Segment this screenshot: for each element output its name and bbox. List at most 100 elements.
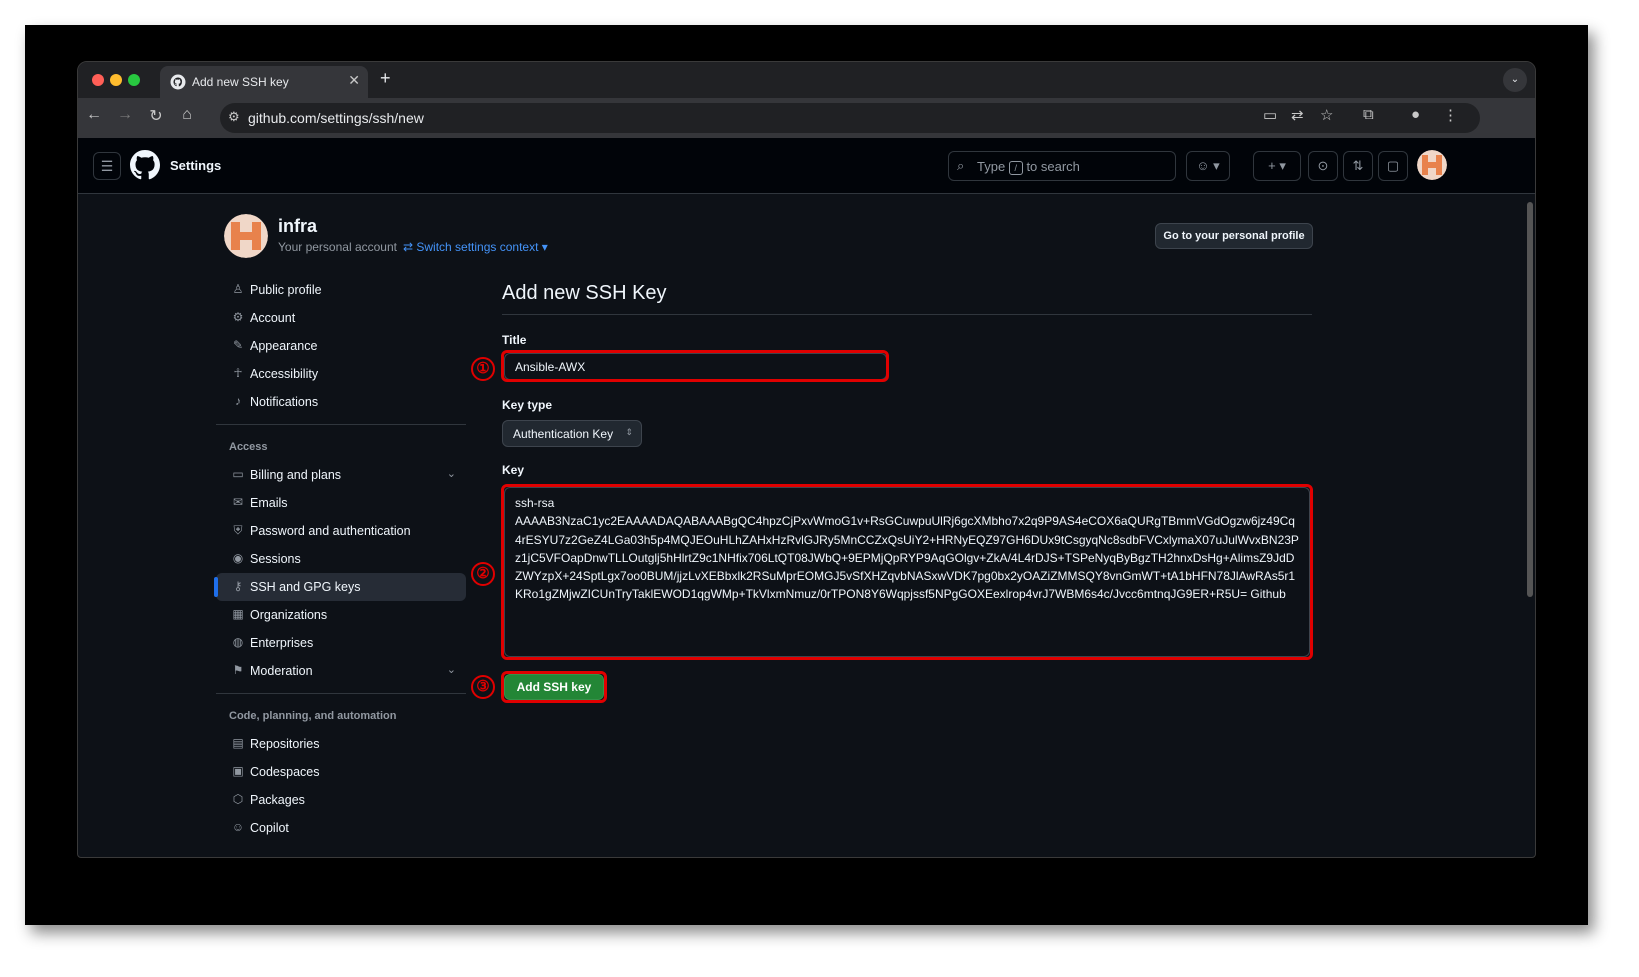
codespaces-icon: ▣	[232, 764, 244, 778]
page-context-title: Settings	[170, 158, 222, 173]
organization-icon: ▦	[232, 607, 244, 621]
tab-bar: Add new SSH key ✕ + ⌄	[78, 62, 1535, 98]
back-arrow-icon[interactable]: ←	[82, 106, 106, 124]
home-icon[interactable]: ⌂	[175, 106, 199, 124]
annotation-box-button	[501, 671, 607, 703]
tab-search-button[interactable]: ⌄	[1503, 68, 1527, 92]
sidebar-item-password-and-authentication[interactable]: ⛨ Password and authentication	[216, 517, 466, 545]
sidebar-item-packages[interactable]: ⬡ Packages	[216, 786, 466, 814]
sidebar-heading-code: Code, planning, and automation	[229, 710, 397, 722]
broadcast-icon: ◉	[232, 551, 244, 565]
sidebar-item-accessibility[interactable]: ☥ Accessibility	[216, 360, 466, 388]
annotation-number-1: ①	[471, 357, 495, 381]
extensions-icon[interactable]: ⧉	[1363, 106, 1374, 123]
sidebar-item-label: Billing and plans	[250, 468, 342, 482]
report-icon: ⚑	[232, 663, 244, 677]
sidebar-item-codespaces[interactable]: ▣ Codespaces	[216, 758, 466, 786]
browser-tab[interactable]: Add new SSH key ✕	[160, 66, 368, 98]
chevron-down-icon[interactable]: ⌄	[447, 467, 456, 480]
sidebar-item-label: Emails	[250, 496, 288, 510]
sidebar-item-sessions[interactable]: ◉ Sessions	[216, 545, 466, 573]
sidebar-item-public-profile[interactable]: ♙ Public profile	[216, 276, 466, 304]
sidebar-divider	[216, 424, 466, 425]
inbox-icon[interactable]: ▢	[1378, 151, 1408, 181]
url-text: github.com/settings/ssh/new	[248, 110, 424, 126]
zoom-window-button[interactable]	[128, 74, 140, 86]
more-menu-icon[interactable]: ⋮	[1443, 106, 1458, 124]
username: infra	[278, 216, 318, 236]
heading-divider	[502, 314, 1312, 315]
annotation-number-3: ③	[471, 675, 495, 699]
sidebar-divider	[216, 693, 466, 694]
account-subtitle: Your personal account ⇄ Switch settings c…	[278, 240, 548, 254]
close-tab-icon[interactable]: ✕	[348, 72, 360, 89]
github-logo-icon[interactable]	[130, 150, 160, 180]
page-scrollbar[interactable]	[1527, 202, 1533, 597]
sidebar-item-ssh-and-gpg-keys[interactable]: ⚷ SSH and GPG keys	[214, 573, 466, 601]
key-icon: ⚷	[233, 579, 243, 593]
sidebar-item-label: Packages	[250, 793, 305, 807]
sidebar-item-copilot[interactable]: ☺ Copilot	[216, 814, 466, 842]
key-type-select[interactable]: Authentication Key ⇕	[502, 420, 642, 447]
search-shortcut-key: /	[1008, 160, 1023, 175]
sidebar-item-repositories[interactable]: ▤ Repositories	[216, 730, 466, 758]
profile-icon[interactable]: ●	[1411, 106, 1420, 123]
sidebar-item-label: Password and authentication	[250, 524, 411, 538]
switch-context-link[interactable]: ⇄ Switch settings context ▾	[403, 240, 548, 254]
repo-icon: ▤	[232, 736, 244, 750]
close-window-button[interactable]	[92, 74, 104, 86]
forward-arrow-icon[interactable]: →	[113, 106, 137, 124]
new-tab-button[interactable]: +	[380, 68, 391, 89]
key-type-value: Authentication Key	[513, 427, 614, 441]
annotation-box-title	[501, 350, 889, 382]
github-favicon-icon	[170, 74, 186, 90]
pull-requests-icon[interactable]: ⇅	[1343, 151, 1373, 181]
bookmark-star-icon[interactable]: ☆	[1320, 106, 1333, 124]
mail-icon: ✉	[232, 495, 244, 509]
globe-icon: ◍	[232, 635, 244, 649]
hamburger-menu-icon[interactable]: ☰	[93, 152, 121, 180]
key-type-label: Key type	[502, 398, 553, 412]
copilot-button[interactable]: ☺ ▾	[1186, 151, 1230, 181]
copilot-icon: ☺	[231, 820, 245, 834]
credit-card-icon: ▭	[232, 467, 244, 481]
sidebar-item-enterprises[interactable]: ◍ Enterprises	[216, 629, 466, 657]
search-prefix: Type	[977, 159, 1006, 174]
sidebar-item-label: Moderation	[250, 664, 313, 678]
key-label: Key	[502, 463, 525, 477]
reload-icon[interactable]: ↻	[144, 106, 168, 126]
chevron-down-icon[interactable]: ⌄	[447, 663, 456, 676]
sidebar-item-billing-and-plans[interactable]: ▭ Billing and plans ⌄	[216, 461, 466, 489]
sidebar-item-label: Sessions	[250, 552, 301, 566]
page-title: Add new SSH Key	[502, 282, 667, 304]
avatar[interactable]	[1417, 150, 1447, 180]
sidebar-heading-access: Access	[229, 441, 268, 453]
sidebar-item-organizations[interactable]: ▦ Organizations	[216, 601, 466, 629]
translate-icon[interactable]: ⇄	[1291, 106, 1304, 124]
sidebar-item-emails[interactable]: ✉ Emails	[216, 489, 466, 517]
shield-lock-icon: ⛨	[233, 523, 243, 537]
create-new-button[interactable]: + ▾	[1253, 151, 1301, 181]
sidebar-item-appearance[interactable]: ✎ Appearance	[216, 332, 466, 360]
sidebar-item-moderation[interactable]: ⚑ Moderation ⌄	[216, 657, 466, 685]
search-input[interactable]: ⌕ Type / to search	[948, 151, 1176, 181]
search-suffix: to search	[1026, 159, 1080, 174]
sidebar-item-account[interactable]: ⚙ Account	[216, 304, 466, 332]
tab-title: Add new SSH key	[192, 75, 289, 89]
settings-sidebar: ♙ Public profile ⚙ Account ✎ Appearance ☥ Acces…	[214, 276, 466, 842]
package-icon: ⬡	[232, 792, 244, 806]
paintbrush-icon: ✎	[232, 338, 244, 352]
sidebar-item-notifications[interactable]: ♪ Notifications	[216, 388, 466, 416]
minimize-window-button[interactable]	[110, 74, 122, 86]
site-info-icon[interactable]: ⚙	[228, 109, 240, 125]
sidebar-item-label: Copilot	[250, 821, 289, 835]
sidebar-item-label: Codespaces	[250, 765, 320, 779]
browser-window: Add new SSH key ✕ + ⌄ ← → ↻ ⌂ ⚙ github.c…	[77, 61, 1536, 858]
sidebar-item-label: Public profile	[250, 283, 322, 297]
sidebar-item-label: Repositories	[250, 737, 320, 751]
switch-context-label: Switch settings context	[416, 240, 539, 254]
bell-icon: ♪	[235, 394, 241, 408]
go-to-profile-button[interactable]: Go to your personal profile	[1155, 223, 1313, 249]
cast-icon[interactable]: ▭	[1263, 106, 1277, 124]
issues-icon[interactable]: ⊙	[1308, 151, 1338, 181]
